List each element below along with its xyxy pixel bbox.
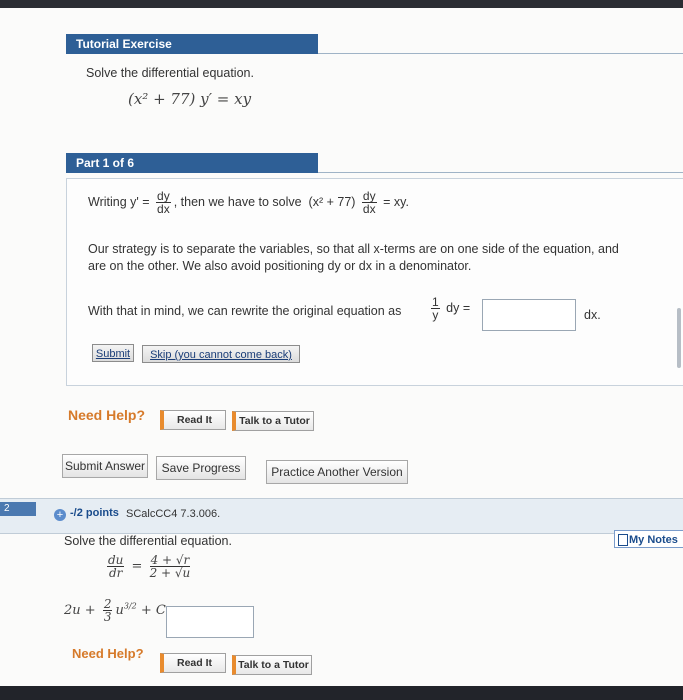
rewrite-prompt: With that in mind, we can rewrite the or… — [88, 304, 402, 318]
part-header-rule — [318, 172, 683, 173]
talk-to-tutor-button[interactable]: Talk to a Tutor — [232, 411, 314, 431]
practice-another-version-button[interactable]: Practice Another Version — [266, 460, 408, 484]
du-dr-fraction: du dr — [107, 554, 125, 580]
tutorial-instruction: Solve the differential equation. — [86, 66, 254, 80]
fraction-denominator: 3 — [103, 610, 112, 624]
talk-to-tutor-button-2[interactable]: Talk to a Tutor — [232, 655, 312, 675]
writing-expression: (x² + 77) — [308, 194, 356, 209]
question-number: 2 — [0, 502, 36, 516]
rewrite-suffix: dx. — [584, 308, 601, 322]
writing-suffix: = xy. — [383, 194, 409, 209]
strategy-line-2: are on the other. We also avoid position… — [88, 259, 472, 273]
writing-middle: , then we have to solve — [173, 194, 302, 209]
writing-line: Writing y' = dy dx , then we have to sol… — [88, 190, 409, 215]
question-code: SCalcCC4 7.3.006. — [126, 508, 221, 520]
need-help-label-2: Need Help? — [72, 646, 144, 661]
fraction-denominator: dr — [109, 566, 123, 580]
save-progress-button[interactable]: Save Progress — [156, 456, 246, 480]
need-help-label: Need Help? — [68, 407, 146, 423]
tutorial-header-rule — [318, 53, 683, 54]
question-points: -/2 points — [70, 507, 119, 519]
question-2-instruction: Solve the differential equation. — [64, 534, 232, 548]
tutorial-equation: (x² + 77) y′ = xy — [128, 90, 252, 108]
rewrite-mid: dy = — [446, 300, 471, 315]
part-header: Part 1 of 6 — [66, 153, 318, 173]
answer-prefix: 2u + — [64, 603, 100, 618]
submit-answer-button[interactable]: Submit Answer — [62, 454, 148, 478]
fraction-denominator: dx — [157, 202, 170, 216]
power-exponent: 3/2 — [123, 601, 137, 611]
two-thirds-fraction: 2 3 — [102, 598, 113, 624]
one-over-y-fraction: 1 y — [431, 296, 440, 321]
scrollbar-thumb[interactable] — [677, 308, 681, 368]
question-2-equation: du dr = 4 + √r 2 + √u — [107, 553, 191, 580]
homework-page: Tutorial Exercise Solve the differential… — [0, 8, 683, 688]
tutorial-header: Tutorial Exercise — [66, 34, 318, 54]
power-base: u — [115, 603, 124, 618]
question-2-answer-expression: 2u + 2 3 u3/2 + C = — [64, 598, 181, 623]
notes-icon — [618, 534, 628, 546]
rhs-fraction: 4 + √r 2 + √u — [149, 554, 191, 580]
dy-dx-fraction-2: dy dx — [361, 190, 377, 216]
dy-dx-fraction: dy dx — [156, 190, 171, 215]
skip-button[interactable]: Skip (you cannot come back) — [142, 345, 300, 363]
screen-bezel — [0, 686, 683, 700]
writing-prefix: Writing y' = — [88, 194, 150, 209]
my-notes-label: My Notes — [629, 534, 678, 546]
fraction-denominator: 2 + √u — [149, 566, 191, 580]
expand-plus-icon[interactable]: + — [54, 509, 66, 521]
read-it-button-2[interactable]: Read It — [160, 653, 226, 673]
submit-button[interactable]: Submit — [92, 344, 134, 362]
fraction-denominator: y — [432, 308, 439, 322]
read-it-button[interactable]: Read It — [160, 410, 226, 430]
question-2-answer-input[interactable] — [166, 606, 254, 638]
strategy-line-1: Our strategy is to separate the variable… — [88, 242, 619, 256]
answer-input[interactable] — [482, 299, 576, 331]
fraction-denominator: dx — [362, 202, 376, 216]
rewrite-equation: 1 y dy = — [428, 296, 470, 321]
